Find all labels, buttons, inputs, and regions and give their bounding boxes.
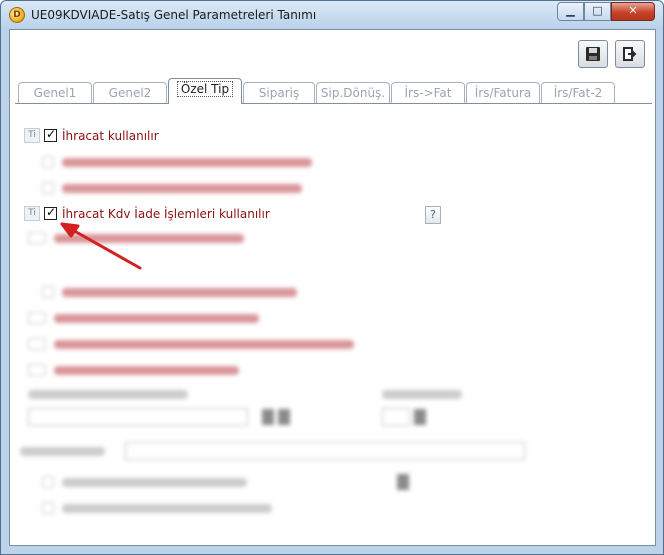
app-window: D UE09KDVIADE-Satış Genel Parametreleri … xyxy=(0,0,664,555)
ozel-tip-panel: Ti İhracat kullanılır Ti İhracat Kdv İad… xyxy=(10,104,655,545)
blurred-checkbox xyxy=(28,312,46,324)
blurred-option xyxy=(42,502,272,514)
tab-ozel-tip-label: Özel Tip xyxy=(176,81,234,97)
tab-genel2[interactable]: Genel2 xyxy=(93,82,167,104)
ihracat-kdv-label: İhracat Kdv İade İşlemleri kullanılır xyxy=(62,206,270,221)
blurred-label xyxy=(62,183,302,193)
blurred-textbox xyxy=(125,442,525,460)
blurred-label xyxy=(62,287,297,297)
ihracat-label: İhracat kullanılır xyxy=(62,128,159,143)
blurred-label xyxy=(28,390,188,399)
tab-irs-fat[interactable]: İrs->Fat xyxy=(391,82,465,104)
blurred-field-label xyxy=(382,390,462,399)
close-button[interactable]: ✕ xyxy=(611,2,655,21)
blurred-label xyxy=(54,233,244,243)
blurred-option xyxy=(42,474,409,490)
blurred-option xyxy=(28,364,239,376)
window-title: UE09KDVIADE-Satış Genel Parametreleri Ta… xyxy=(31,8,317,22)
blurred-label xyxy=(382,390,462,399)
blurred-option xyxy=(42,286,297,298)
blurred-checkbox xyxy=(28,364,46,376)
ihracat-checkbox[interactable] xyxy=(44,127,57,142)
tab-strip: Genel1 Genel2 Özel Tip Sipariş Sip.Dönüş… xyxy=(15,78,655,104)
blurred-checkbox xyxy=(28,338,46,350)
minimize-button[interactable]: ▁ xyxy=(557,2,584,21)
blurred-checkbox xyxy=(42,286,54,298)
blurred-label xyxy=(20,446,105,456)
blurred-checkbox xyxy=(42,156,54,168)
save-button[interactable] xyxy=(578,40,608,68)
blurred-field-label xyxy=(20,442,525,460)
ihracat-kdv-checkbox[interactable] xyxy=(44,205,57,220)
floppy-disk-icon xyxy=(586,47,600,61)
tab-irs-fat-2[interactable]: İrs/Fat-2 xyxy=(541,82,615,104)
tab-genel1[interactable]: Genel1 xyxy=(18,82,92,104)
field-info-icon[interactable]: Ti xyxy=(24,206,40,221)
blurred-checkbox xyxy=(42,182,54,194)
blurred-option xyxy=(28,312,259,324)
blurred-button xyxy=(278,409,290,425)
blurred-button xyxy=(414,409,426,425)
blurred-textbox xyxy=(28,408,248,426)
help-button[interactable]: ? xyxy=(425,206,441,224)
blurred-input xyxy=(28,408,290,426)
tab-irs-fatura[interactable]: İrs/Fatura xyxy=(466,82,540,104)
blurred-input xyxy=(382,408,426,426)
blurred-option xyxy=(42,182,302,194)
blurred-option xyxy=(42,156,312,168)
tab-ozel-tip[interactable]: Özel Tip xyxy=(168,78,242,104)
tab-sip-donus[interactable]: Sip.Dönüş. xyxy=(316,82,390,104)
blurred-option xyxy=(28,232,244,244)
blurred-label xyxy=(54,313,259,323)
blurred-checkbox xyxy=(28,232,46,244)
blurred-label xyxy=(62,503,272,513)
blurred-checkbox xyxy=(42,502,54,514)
blurred-field-label xyxy=(28,390,188,399)
option-ihracat: Ti İhracat kullanılır xyxy=(24,127,159,143)
tab-siparis[interactable]: Sipariş xyxy=(243,82,315,104)
blurred-label xyxy=(54,365,239,375)
blurred-label xyxy=(62,477,247,487)
blurred-textbox xyxy=(382,408,410,426)
blurred-label xyxy=(62,157,312,167)
blurred-label xyxy=(54,339,354,349)
maximize-button[interactable]: □ xyxy=(584,2,611,21)
blurred-button xyxy=(262,409,274,425)
app-icon: D xyxy=(9,7,25,23)
blurred-option xyxy=(28,338,354,350)
blurred-button xyxy=(397,474,409,490)
exit-door-icon xyxy=(623,47,637,61)
title-bar[interactable]: D UE09KDVIADE-Satış Genel Parametreleri … xyxy=(1,1,663,29)
option-ihracat-kdv: Ti İhracat Kdv İade İşlemleri kullanılır xyxy=(24,205,270,221)
client-area: Genel1 Genel2 Özel Tip Sipariş Sip.Dönüş… xyxy=(9,29,656,546)
exit-button[interactable] xyxy=(615,40,645,68)
field-info-icon[interactable]: Ti xyxy=(24,128,40,143)
blurred-checkbox xyxy=(42,476,54,488)
caption-buttons: ▁ □ ✕ xyxy=(557,2,655,22)
